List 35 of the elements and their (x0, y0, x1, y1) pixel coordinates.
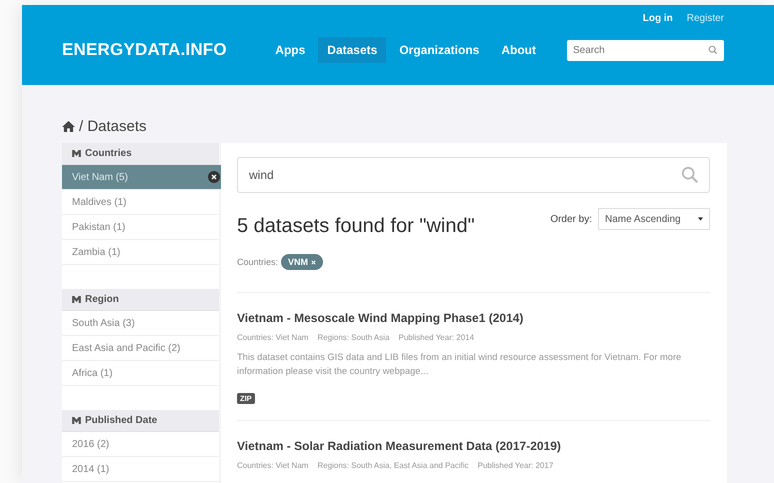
dataset-description: This dataset contains GIS data and LIB files from an initial wind resource assessment for Vietnam. For more information please visit the country webpage... (237, 351, 682, 378)
account-link[interactable]: Log in (642, 13, 673, 27)
dataset-meta: Countries: Viet Nam (237, 460, 308, 470)
facet-heading: Published Date (62, 410, 219, 432)
search-field[interactable]: Search (567, 40, 724, 60)
dataset-title[interactable]: Vietnam - Solar Radiation Measurement Data (2017-2019) (237, 438, 561, 453)
facet-heading: Region (62, 289, 219, 311)
filter-pill[interactable]: VNM (281, 254, 324, 270)
breadcrumb: / Datasets (79, 118, 147, 134)
remove-icon[interactable] (208, 171, 220, 183)
facet-heading: Countries (62, 143, 219, 165)
order-label: Order by: (550, 214, 592, 224)
account-link[interactable]: Register (686, 13, 724, 27)
search-icon (681, 166, 699, 184)
dataset-meta: Published Year: 2014 (398, 333, 474, 342)
nav-tab[interactable]: About (492, 37, 545, 63)
filter-icon (72, 296, 81, 303)
filter-icon (72, 150, 81, 157)
dataset-meta: Published Year: 2017 (478, 460, 554, 470)
dataset-title[interactable]: Vietnam - Mesoscale Wind Mapping Phase1 (2014) (237, 311, 524, 325)
search-field[interactable]: wind (237, 157, 710, 193)
nav-tab[interactable]: Datasets (318, 37, 386, 63)
site-logo[interactable]: ENERGYDATA.INFO (62, 40, 266, 60)
nav-tab[interactable]: Apps (266, 37, 314, 63)
filter-icon (72, 417, 81, 424)
dataset-meta: Countries: Viet Nam (237, 333, 308, 342)
caret-icon (698, 217, 703, 221)
home-icon[interactable] (62, 120, 75, 132)
dataset-meta: Regions: South Asia (317, 333, 390, 342)
nav-tab[interactable]: Organizations (390, 37, 488, 63)
dataset-meta: Regions: South Asia, East Asia and Pacific (317, 460, 469, 470)
results-heading: 5 datasets found for "wind" (237, 215, 475, 238)
order-dropdown[interactable]: Name Ascending (598, 208, 710, 230)
filter-label: Countries: (237, 257, 278, 267)
search-icon (708, 44, 718, 54)
